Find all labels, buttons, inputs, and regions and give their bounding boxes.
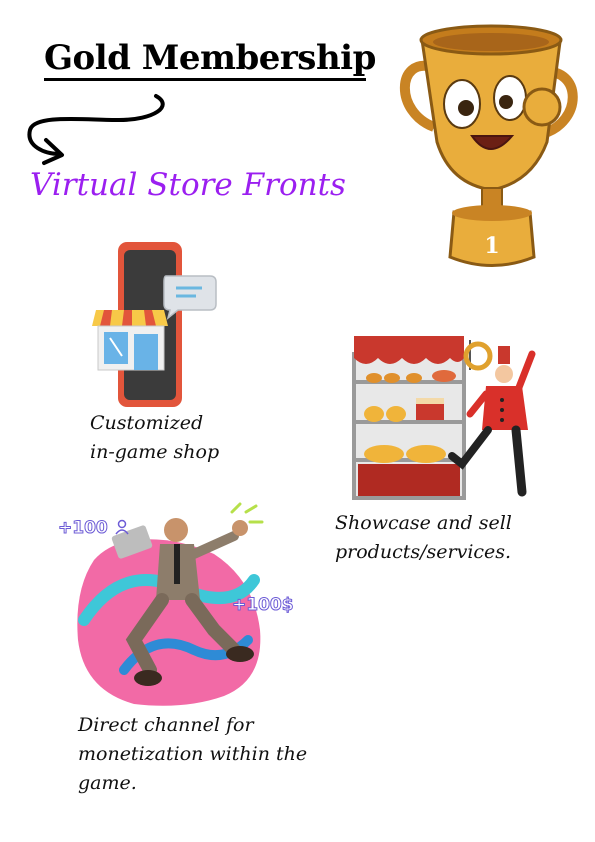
badge-users-value: +100 xyxy=(58,518,109,539)
caption-line: monetization within the xyxy=(78,743,308,765)
section-subtitle: Virtual Store Fronts xyxy=(30,167,346,203)
title-underline xyxy=(44,78,366,81)
badge-users: +100 xyxy=(58,518,130,539)
trophy-mascot-icon: 1 xyxy=(399,24,578,267)
feature-caption-custom-shop: Customized in-game shop xyxy=(90,409,219,467)
caption-line: game. xyxy=(78,772,137,794)
feature-caption-showcase: Showcase and sell products/services. xyxy=(335,509,512,567)
user-icon xyxy=(115,519,129,535)
feature-caption-monetization: Direct channel for monetization within t… xyxy=(78,711,307,798)
svg-text:1: 1 xyxy=(484,233,499,259)
phone-shop-icon xyxy=(92,242,217,407)
badge-money: +100$ xyxy=(232,595,295,616)
page-title: Gold Membership xyxy=(44,38,376,78)
curved-arrow-icon xyxy=(27,94,165,165)
caption-line: Showcase and sell xyxy=(335,512,512,534)
caption-line: products/services. xyxy=(335,541,512,563)
caption-line: Direct channel for xyxy=(78,714,254,736)
caption-line: in-game shop xyxy=(90,441,220,463)
bakery-chef-icon xyxy=(352,336,536,500)
caption-line: Customized xyxy=(90,412,204,434)
